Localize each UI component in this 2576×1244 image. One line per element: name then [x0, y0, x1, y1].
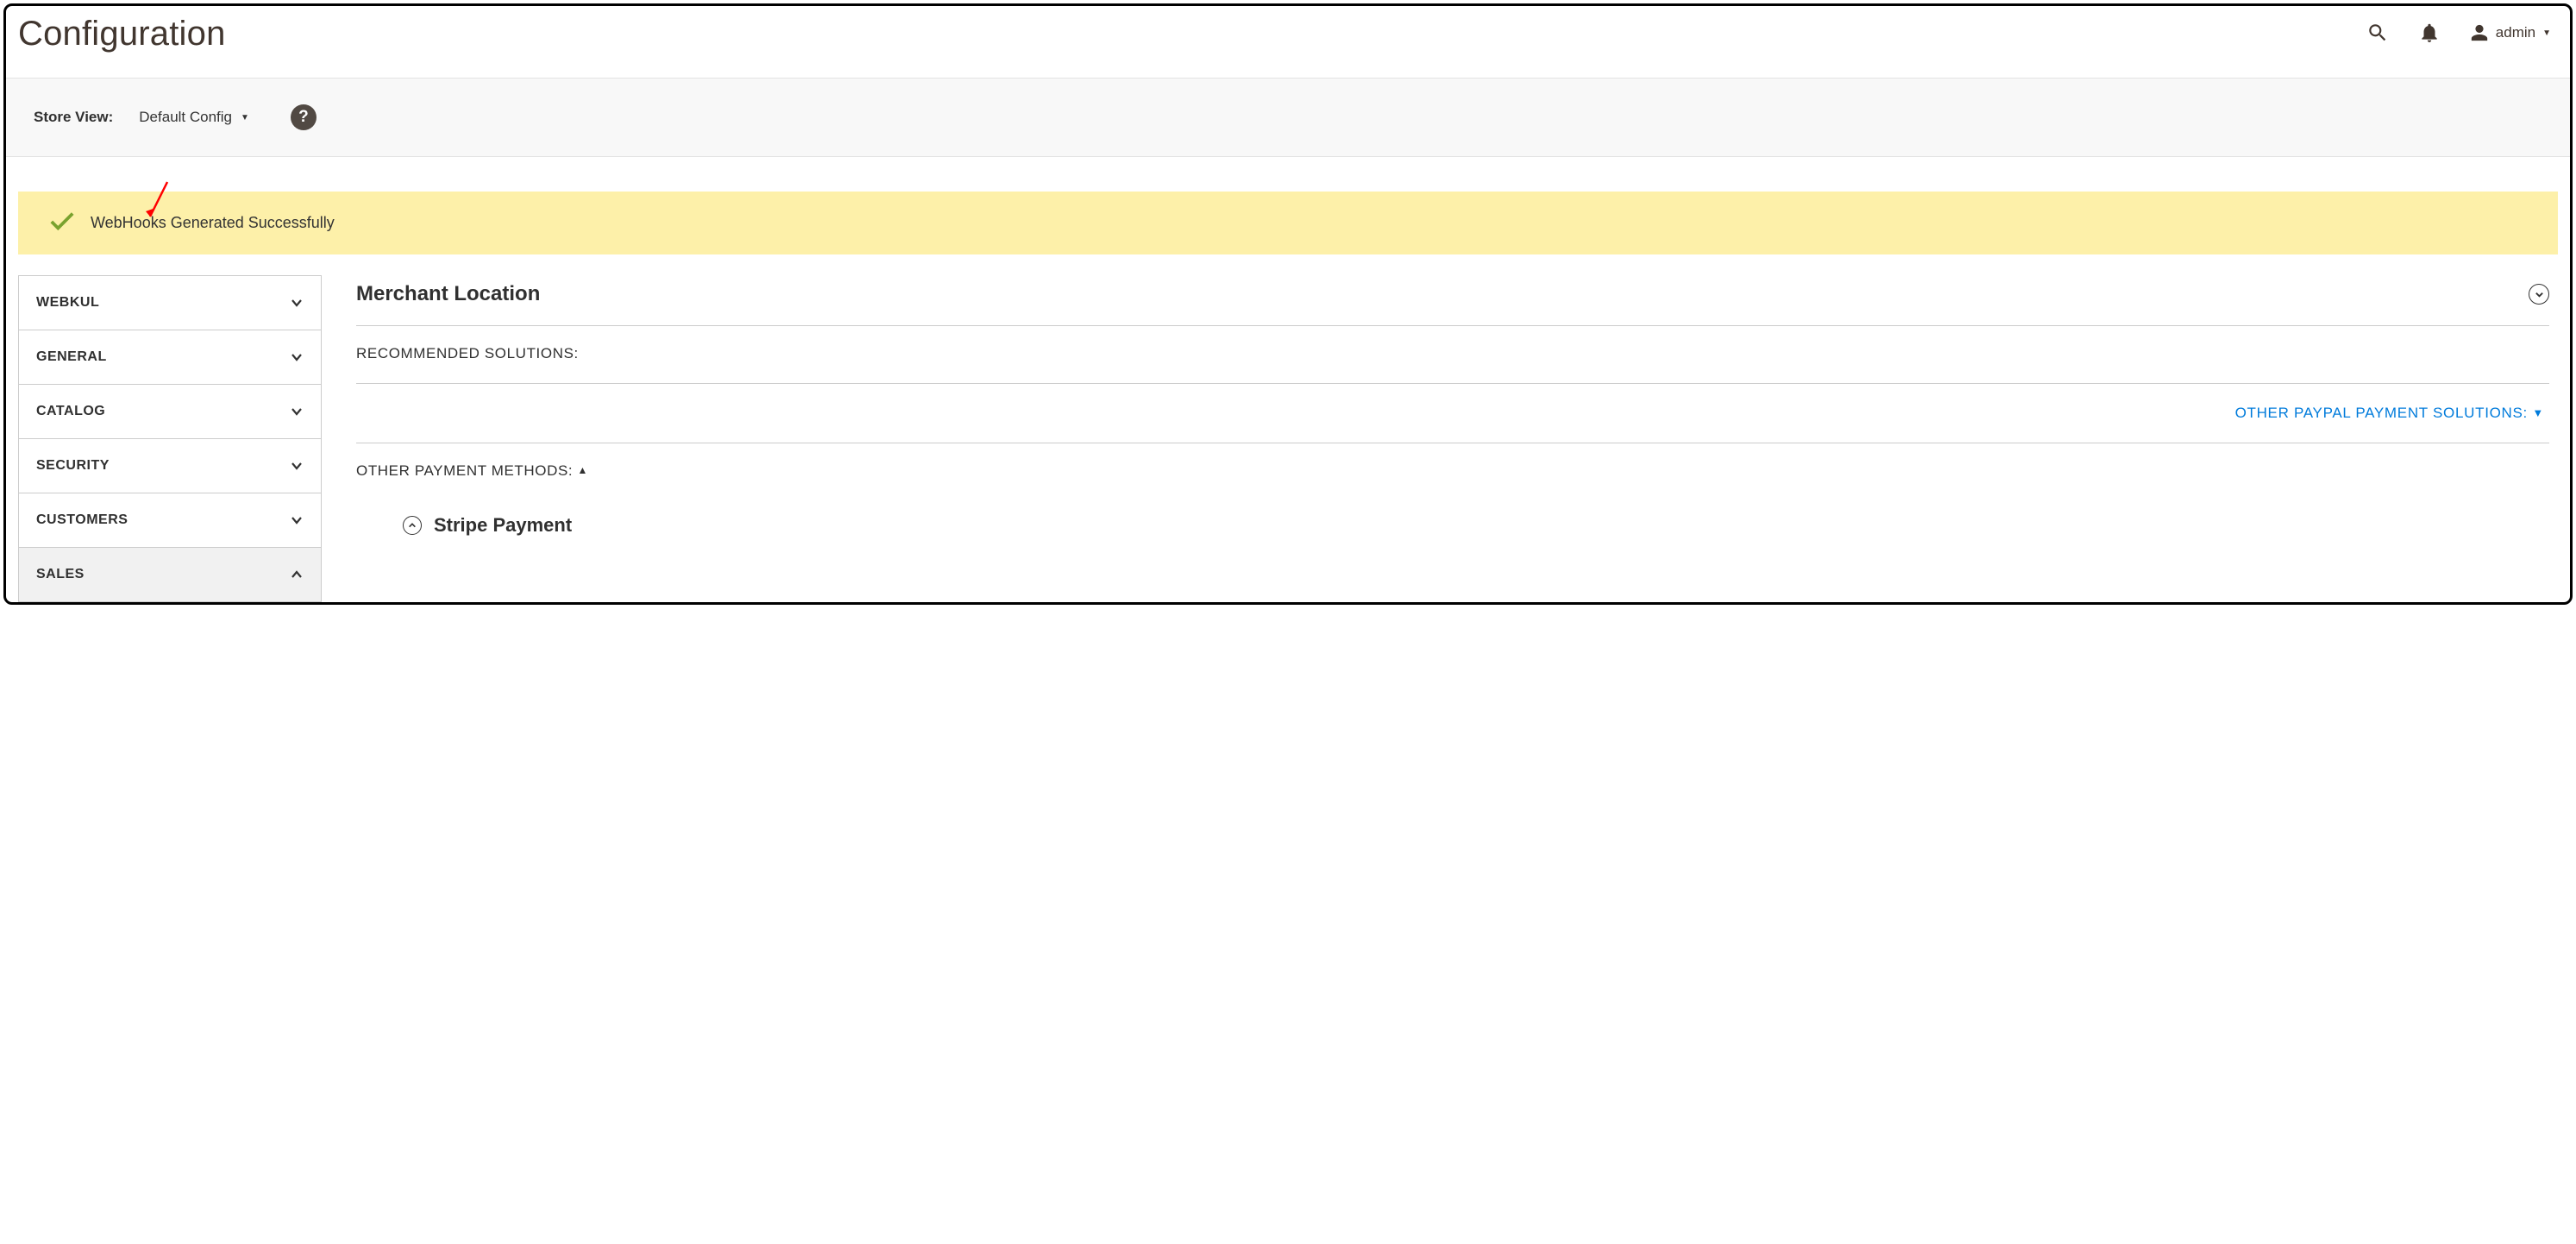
success-message: WebHooks Generated Successfully — [91, 214, 335, 232]
link-text: OTHER PAYPAL PAYMENT SOLUTIONS: — [2235, 405, 2528, 421]
check-icon — [49, 210, 75, 236]
recommended-solutions-heading: RECOMMENDED SOLUTIONS: — [356, 326, 2549, 384]
sidebar-item-label: CATALOG — [36, 404, 105, 419]
sidebar-item-label: CUSTOMERS — [36, 512, 128, 528]
chevron-down-icon — [290, 405, 304, 418]
chevron-down-icon — [290, 296, 304, 310]
config-sidebar: WEBKUL GENERAL CATALOG SECURITY CUSTOMER… — [18, 275, 322, 602]
section-merchant-location[interactable]: Merchant Location — [356, 275, 2549, 326]
page-header: Configuration admin ▼ — [6, 6, 2570, 78]
sidebar-item-label: SECURITY — [36, 458, 110, 474]
stripe-payment-section[interactable]: Stripe Payment — [356, 488, 2549, 545]
page-title: Configuration — [18, 15, 226, 53]
paypal-solutions-row: OTHER PAYPAL PAYMENT SOLUTIONS: ▼ — [356, 384, 2549, 443]
admin-label: admin — [2496, 24, 2535, 41]
sidebar-item-label: GENERAL — [36, 349, 107, 365]
store-view-bar: Store View: Default Config ▼ ? — [6, 78, 2570, 157]
sidebar-item-sales[interactable]: SALES — [19, 548, 321, 601]
sidebar-item-customers[interactable]: CUSTOMERS — [19, 493, 321, 548]
store-view-value: Default Config — [139, 109, 232, 126]
sidebar-item-catalog[interactable]: CATALOG — [19, 385, 321, 439]
section-title: Merchant Location — [356, 282, 540, 306]
chevron-down-icon — [290, 350, 304, 364]
success-banner: WebHooks Generated Successfully — [18, 192, 2558, 254]
other-payment-methods-heading[interactable]: OTHER PAYMENT METHODS: ▲ — [356, 443, 2549, 488]
caret-up-icon: ▲ — [578, 464, 588, 476]
help-icon[interactable]: ? — [291, 104, 317, 130]
stripe-title: Stripe Payment — [434, 514, 572, 537]
user-icon — [2470, 23, 2489, 42]
config-main: Merchant Location RECOMMENDED SOLUTIONS:… — [356, 275, 2558, 602]
store-view-select[interactable]: Default Config ▼ — [139, 109, 249, 126]
bell-icon[interactable] — [2418, 22, 2441, 44]
collapse-toggle[interactable] — [403, 516, 422, 535]
sidebar-item-label: WEBKUL — [36, 295, 99, 311]
chevron-down-icon — [290, 459, 304, 473]
store-view-label: Store View: — [34, 109, 113, 126]
caret-down-icon: ▼ — [241, 113, 249, 123]
content-columns: WEBKUL GENERAL CATALOG SECURITY CUSTOMER… — [18, 275, 2558, 602]
sidebar-item-label: SALES — [36, 567, 85, 582]
sidebar-item-security[interactable]: SECURITY — [19, 439, 321, 493]
heading-text: OTHER PAYMENT METHODS: — [356, 462, 573, 479]
sidebar-item-general[interactable]: GENERAL — [19, 330, 321, 385]
caret-down-icon: ▼ — [2542, 28, 2551, 38]
search-icon[interactable] — [2366, 22, 2389, 44]
chevron-down-icon — [290, 513, 304, 527]
other-paypal-link[interactable]: OTHER PAYPAL PAYMENT SOLUTIONS: ▼ — [2235, 405, 2544, 421]
header-actions: admin ▼ — [2366, 15, 2551, 44]
chevron-up-icon — [290, 568, 304, 581]
caret-down-icon: ▼ — [2532, 406, 2544, 419]
admin-account-dropdown[interactable]: admin ▼ — [2470, 23, 2551, 42]
collapse-toggle[interactable] — [2529, 284, 2549, 305]
sidebar-item-webkul[interactable]: WEBKUL — [19, 276, 321, 330]
